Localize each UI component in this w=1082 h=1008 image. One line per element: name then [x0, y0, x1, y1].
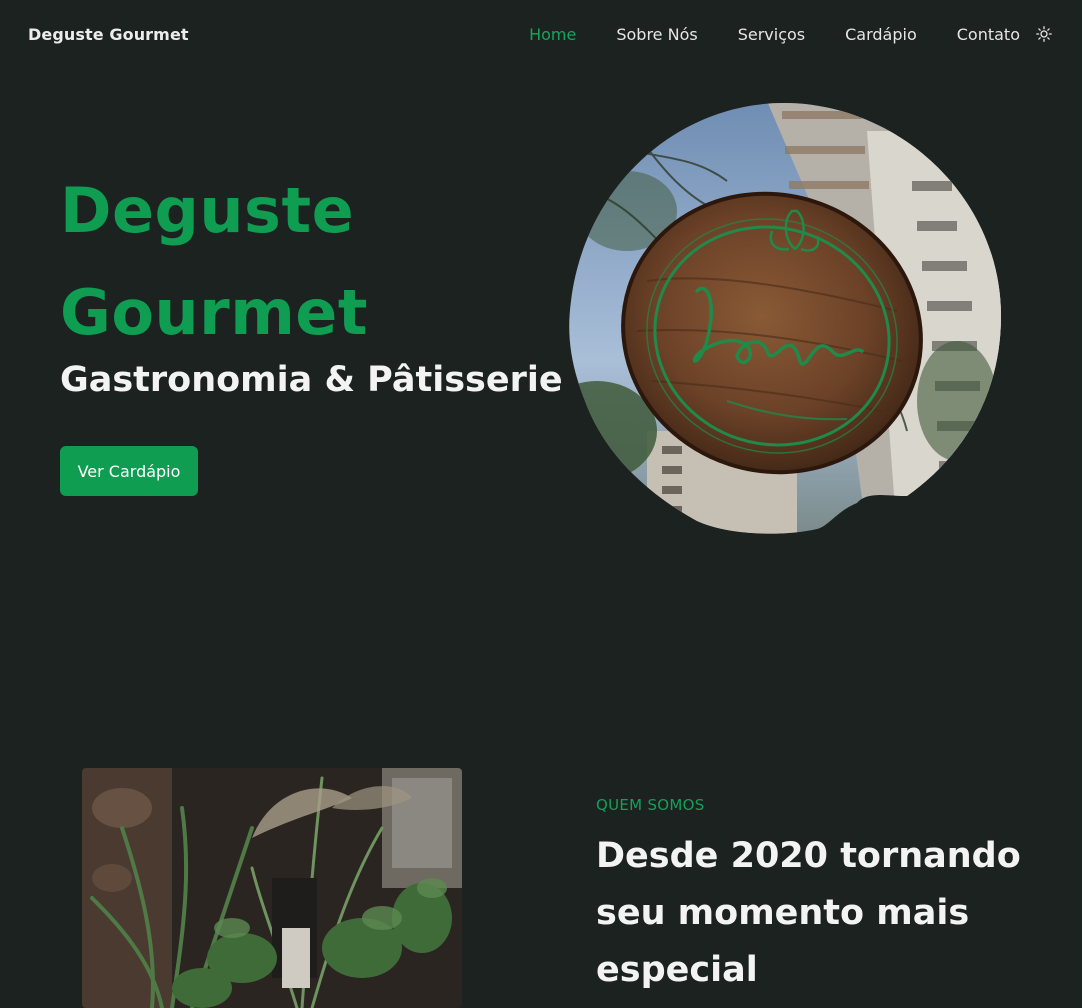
nav-contato[interactable]: Contato	[957, 25, 1020, 44]
hero-subtitle: Gastronomia & Pâtisserie	[60, 360, 563, 400]
nav-cardapio[interactable]: Cardápio	[845, 25, 917, 44]
restaurant-sign-photo	[567, 101, 1001, 535]
hero-title-line1: Deguste	[60, 174, 355, 247]
about-kicker: QUEM SOMOS	[596, 796, 705, 814]
site-header: Deguste Gourmet Home Sobre Nós Serviços …	[0, 0, 1082, 70]
plants-decor-photo	[82, 768, 462, 1008]
main-nav: Home Sobre Nós Serviços Cardápio Contato	[529, 25, 1020, 44]
nav-servicos[interactable]: Serviços	[738, 25, 805, 44]
hero-title: Deguste Gourmet	[60, 160, 540, 364]
sun-icon[interactable]	[1036, 26, 1052, 42]
nav-sobre-nos[interactable]: Sobre Nós	[616, 25, 697, 44]
ver-cardapio-button[interactable]: Ver Cardápio	[60, 446, 198, 496]
site-logo[interactable]: Deguste Gourmet	[28, 25, 189, 44]
nav-home[interactable]: Home	[529, 25, 576, 44]
about-title: Desde 2020 tornando seu momento mais esp…	[596, 836, 1021, 990]
hero-title-line2: Gourmet	[60, 276, 368, 349]
